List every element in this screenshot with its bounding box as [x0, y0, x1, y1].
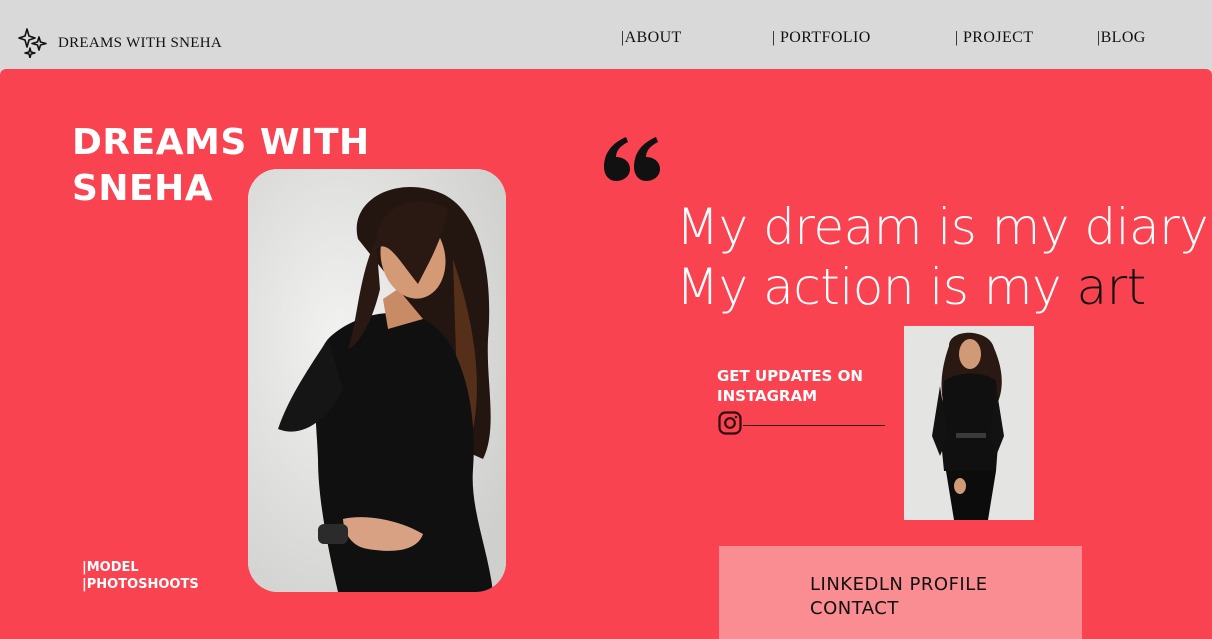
quote-line2-text: My action is my — [676, 258, 1077, 316]
cta-text: LINKEDLN PROFILE CONTACT — [810, 573, 988, 621]
site-logo[interactable]: DREAMS WITH SNEHA — [18, 28, 222, 58]
top-navigation-bar: DREAMS WITH SNEHA |ABOUT | PORTFOLIO | P… — [0, 0, 1212, 70]
logo-text: DREAMS WITH SNEHA — [58, 34, 222, 51]
instagram-heading: GET UPDATES ON INSTAGRAM — [717, 366, 863, 406]
instagram-heading-line1: GET UPDATES ON — [717, 367, 863, 385]
nav-blog[interactable]: |BLOG — [1097, 29, 1146, 47]
tag-model[interactable]: |MODEL — [82, 559, 199, 576]
nav-portfolio[interactable]: | PORTFOLIO — [772, 29, 871, 47]
sparkles-icon — [18, 28, 48, 58]
instagram-icon[interactable] — [718, 411, 742, 440]
hero-section: DREAMS WITH SNEHA |MODEL |PHOTOSHOOTS My… — [0, 69, 1212, 639]
quote-line2: My action is my art — [676, 257, 1212, 317]
hero-title-line1: DREAMS WITH — [72, 122, 370, 163]
cta-line1: LINKEDLN PROFILE — [810, 574, 988, 595]
linkedin-contact-button[interactable]: LINKEDLN PROFILE CONTACT — [719, 546, 1082, 639]
category-tags: |MODEL |PHOTOSHOOTS — [82, 559, 199, 593]
nav-project[interactable]: | PROJECT — [955, 29, 1033, 47]
nav-about[interactable]: |ABOUT — [621, 29, 682, 47]
portrait-photo — [248, 169, 506, 592]
full-length-photo — [904, 326, 1034, 520]
instagram-underline — [743, 424, 885, 427]
quote-highlight: art — [1076, 258, 1146, 316]
instagram-heading-line2: INSTAGRAM — [717, 387, 818, 405]
instagram-link[interactable] — [718, 411, 885, 440]
quote-line1: My dream is my diary, — [676, 198, 1212, 256]
quote-open-icon — [604, 137, 660, 186]
tag-photoshoots[interactable]: |PHOTOSHOOTS — [82, 576, 199, 593]
hero-quote: My dream is my diary, My action is my ar… — [676, 197, 1212, 317]
cta-line2: CONTACT — [810, 598, 899, 619]
